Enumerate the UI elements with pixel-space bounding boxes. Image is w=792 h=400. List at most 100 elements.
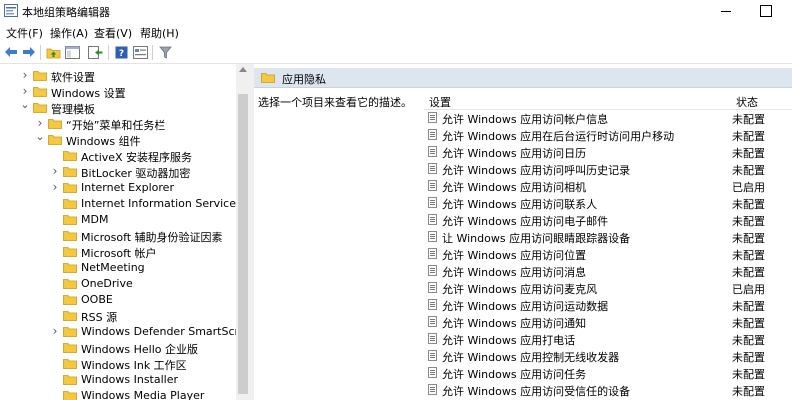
- back-arrow-icon: [5, 47, 17, 57]
- help-icon: ?: [115, 46, 127, 59]
- folder-icon: [48, 135, 62, 145]
- properties-icon: [132, 45, 148, 59]
- tree-item-label: ActiveX 安装程序服务: [81, 151, 193, 164]
- filter-button[interactable]: [156, 44, 174, 60]
- tree-item[interactable]: › 软件设置: [0, 68, 236, 84]
- policy-name: 允许 Windows 应用在后台运行时访问用户移动: [442, 130, 675, 143]
- menu-file[interactable]: 文件(F): [6, 25, 43, 41]
- tree-item[interactable]: Windows Ink 工作区: [0, 356, 236, 372]
- tree-item[interactable]: NetMeeting: [0, 260, 236, 276]
- policy-row[interactable]: 允许 Windows 应用访问帐户信息 未配置: [424, 109, 792, 126]
- folder-icon: [261, 73, 275, 83]
- properties-button[interactable]: [131, 44, 149, 60]
- tree-item-label: Windows Media Player: [81, 389, 205, 400]
- tree-item[interactable]: Internet Information Services: [0, 196, 242, 212]
- policy-setting-icon: [428, 367, 437, 378]
- policy-name: 允许 Windows 应用访问任务: [442, 368, 587, 381]
- tree-item-label: NetMeeting: [81, 261, 145, 274]
- tree-item[interactable]: Windows Media Player: [0, 388, 236, 400]
- folder-icon: [63, 375, 77, 385]
- chevron-right-icon[interactable]: ›: [50, 325, 60, 337]
- scroll-thumb[interactable]: [238, 94, 248, 394]
- tree-item[interactable]: Microsoft 帐户: [0, 244, 236, 260]
- chevron-right-icon[interactable]: ›: [50, 165, 60, 177]
- tree-item-label: RSS 源: [81, 311, 118, 324]
- policy-name: 允许 Windows 应用访问相机: [442, 181, 587, 194]
- policy-row[interactable]: 允许 Windows 应用访问运动数据 未配置: [424, 296, 792, 313]
- column-header-state[interactable]: 状态: [736, 92, 786, 110]
- up-folder-button[interactable]: [44, 44, 62, 60]
- policy-row[interactable]: 允许 Windows 应用控制无线收发器 未配置: [424, 347, 792, 364]
- policy-row[interactable]: 允许 Windows 应用访问相机 已启用: [424, 177, 792, 194]
- tree-item[interactable]: Microsoft 辅助身份验证因素: [0, 228, 236, 244]
- policy-row[interactable]: 允许 Windows 应用访问呼叫历史记录 未配置: [424, 160, 792, 177]
- tree-item[interactable]: ⌄ Windows 组件: [0, 131, 236, 148]
- policy-name: 允许 Windows 应用访问麦克风: [442, 283, 598, 296]
- policy-row[interactable]: 允许 Windows 应用打电话 未配置: [424, 330, 792, 347]
- policy-row[interactable]: 允许 Windows 应用在后台运行时访问用户移动 未配置: [424, 126, 792, 143]
- policy-row[interactable]: 允许 Windows 应用访问通知 未配置: [424, 313, 792, 330]
- tree-item[interactable]: › Windows 设置: [0, 84, 236, 100]
- policy-name: 允许 Windows 应用访问受信任的设备: [442, 385, 631, 398]
- policy-row[interactable]: 允许 Windows 应用访问任务 未配置: [424, 364, 792, 381]
- tree-item-label: Windows 组件: [66, 135, 141, 148]
- tree-item-label: 管理模板: [51, 103, 95, 116]
- chevron-down-icon[interactable]: ⌄: [20, 99, 30, 110]
- policy-row[interactable]: 允许 Windows 应用访问位置 未配置: [424, 245, 792, 262]
- maximize-button[interactable]: [748, 0, 790, 22]
- tree-scrollbar[interactable]: [236, 64, 250, 400]
- tree-item-label: Windows Defender SmartScreen: [81, 325, 250, 338]
- tree-item[interactable]: › Windows Defender SmartScreen: [0, 324, 250, 340]
- menu-action[interactable]: 操作(A): [50, 25, 88, 41]
- menu-help[interactable]: 帮助(H): [140, 25, 179, 41]
- tree-item[interactable]: MDM: [0, 212, 236, 228]
- tree-item[interactable]: ⌄ 管理模板: [0, 99, 236, 116]
- policy-row[interactable]: 允许 Windows 应用访问麦克风 已启用: [424, 279, 792, 296]
- folder-icon: [63, 215, 77, 225]
- scroll-up-icon[interactable]: [239, 67, 247, 72]
- show-hide-tree-button[interactable]: [63, 44, 81, 60]
- forward-button[interactable]: [20, 44, 38, 60]
- policy-row[interactable]: 允许 Windows 应用访问消息 未配置: [424, 262, 792, 279]
- tree-item[interactable]: Windows Installer: [0, 372, 236, 388]
- tree-item-label: Microsoft 帐户: [81, 247, 157, 260]
- help-button[interactable]: ?: [112, 44, 130, 60]
- column-header-setting[interactable]: 设置: [429, 92, 729, 110]
- policy-row[interactable]: 允许 Windows 应用访问日历 未配置: [424, 143, 792, 160]
- policy-row[interactable]: 让 Windows 应用访问眼睛跟踪器设备 未配置: [424, 228, 792, 245]
- tree-item[interactable]: › Internet Explorer: [0, 180, 236, 196]
- chevron-right-icon[interactable]: ›: [50, 181, 60, 193]
- policy-setting-icon: [428, 282, 437, 293]
- filter-icon: [158, 46, 172, 59]
- menu-view[interactable]: 查看(V): [94, 25, 132, 41]
- tree-item[interactable]: RSS 源: [0, 308, 236, 324]
- policy-state: 未配置: [732, 130, 765, 143]
- back-button[interactable]: [2, 44, 20, 60]
- folder-icon: [33, 71, 47, 81]
- details-header: 应用隐私: [254, 68, 792, 88]
- policy-setting-icon: [428, 146, 437, 157]
- policy-row[interactable]: 允许 Windows 应用访问电子邮件 未配置: [424, 211, 792, 228]
- policy-state: 已启用: [732, 181, 765, 194]
- export-list-button[interactable]: [86, 44, 104, 60]
- chevron-right-icon[interactable]: ›: [20, 69, 30, 81]
- folder-icon: [63, 151, 77, 161]
- folder-icon: [63, 231, 77, 241]
- forward-arrow-icon: [23, 47, 35, 57]
- tree-item[interactable]: Windows Hello 企业版: [0, 340, 236, 356]
- tree-item[interactable]: › BitLocker 驱动器加密: [0, 164, 236, 180]
- tree-item[interactable]: OOBE: [0, 292, 236, 308]
- policy-row[interactable]: 允许 Windows 应用访问联系人 未配置: [424, 194, 792, 211]
- policy-name: 允许 Windows 应用访问联系人: [442, 198, 598, 211]
- description-text: 选择一个项目来查看它的描述。: [258, 96, 412, 109]
- minimize-button[interactable]: [706, 0, 748, 22]
- tree-item[interactable]: ActiveX 安装程序服务: [0, 148, 236, 164]
- chevron-right-icon[interactable]: ›: [20, 85, 30, 97]
- chevron-down-icon[interactable]: ⌄: [35, 131, 45, 142]
- tree-item[interactable]: OneDrive: [0, 276, 236, 292]
- tree-pane[interactable]: › 软件设置 › Windows 设置 ⌄ 管理模板 › “开始”菜单和任务栏 ⌄ Windows…: [0, 64, 250, 400]
- tree-item-label: “开始”菜单和任务栏: [66, 119, 166, 132]
- policy-row[interactable]: 允许 Windows 应用访问受信任的设备 未配置: [424, 381, 792, 398]
- policy-state: 未配置: [732, 113, 765, 126]
- chevron-right-icon[interactable]: ›: [35, 117, 45, 129]
